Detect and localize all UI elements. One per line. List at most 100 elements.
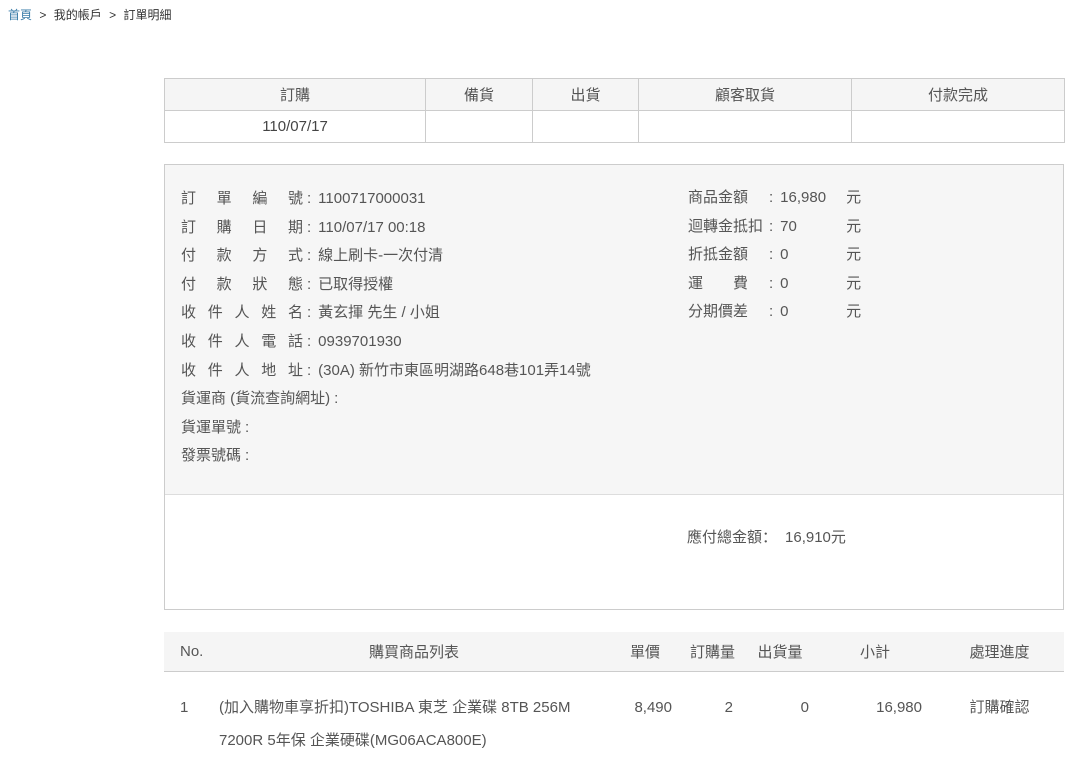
product-process-status: 訂購確認	[935, 671, 1064, 758]
payable-total-label: 應付總金額：	[687, 529, 777, 546]
product-table-row: 1 (加入購物車享折扣)TOSHIBA 東芝 企業碟 8TB 256M 7200…	[164, 671, 1064, 758]
info-row-order-number: 訂單編號:1100717000031	[181, 185, 1047, 214]
column-header-no: No.	[164, 632, 218, 672]
field-label: 收件人姓名	[181, 299, 303, 328]
product-name: (加入購物車享折扣)TOSHIBA 東芝 企業碟 8TB 256M 7200R …	[218, 671, 610, 758]
field-colon: :	[769, 189, 773, 206]
info-row-payment-status: 付款狀態: 已取得授權	[181, 271, 1047, 300]
product-list-table: No. 購買商品列表 單價 訂購量 出貨量 小計 處理進度 1 (加入購物車享折…	[164, 632, 1064, 758]
field-colon: :	[307, 247, 311, 264]
rebate-deduction-value: 70	[780, 213, 846, 242]
field-label: 貨運商 (貨流查詢網址)	[181, 385, 330, 414]
recipient-phone-value: 0939701930	[318, 333, 401, 350]
amount-row-shipping-fee: 運 費:0元	[688, 270, 861, 299]
amount-label: 商品金額	[688, 184, 765, 213]
status-preparing-date	[426, 111, 533, 143]
info-row-tracking-number: 貨運單號:	[181, 414, 1047, 443]
breadcrumb-separator: >	[109, 8, 116, 22]
product-order-qty: 2	[680, 671, 745, 758]
field-label: 付款狀態	[181, 271, 303, 300]
currency-unit: 元	[846, 246, 861, 263]
column-header-unit-price: 單價	[610, 632, 680, 672]
field-label: 收件人地址	[181, 357, 303, 386]
field-colon: :	[245, 419, 249, 436]
info-row-invoice-number: 發票號碼:	[181, 442, 1047, 471]
status-header-row: 訂購 備貨 出貨 顧客取貨 付款完成	[165, 79, 1065, 111]
amount-label: 分期價差	[688, 298, 765, 327]
info-row-payment-method: 付款方式: 線上刷卡-一次付清	[181, 242, 1047, 271]
field-colon: :	[307, 362, 311, 379]
field-colon: :	[769, 218, 773, 235]
status-header-pickup: 顧客取貨	[639, 79, 852, 111]
currency-unit: 元	[846, 189, 861, 206]
field-colon: :	[307, 190, 311, 207]
field-label: 訂單編號	[181, 185, 303, 214]
recipient-name-value: 黃玄揮 先生 / 小姐	[318, 304, 440, 321]
column-header-order-qty: 訂購量	[680, 632, 745, 672]
breadcrumb-home-link[interactable]: 首頁	[8, 8, 32, 22]
amount-row-product-total: 商品金額:16,980元	[688, 184, 861, 213]
status-header-preparing: 備貨	[426, 79, 533, 111]
column-header-subtotal: 小計	[815, 632, 935, 672]
payment-status-value: 已取得授權	[318, 276, 393, 293]
status-paid-date	[852, 111, 1065, 143]
recipient-address-value: (30A) 新竹市東區明湖路648巷101弄14號	[318, 362, 591, 379]
shipping-fee-value: 0	[780, 270, 846, 299]
installment-diff-value: 0	[780, 298, 846, 327]
discount-value: 0	[780, 241, 846, 270]
amount-label: 運 費	[688, 270, 765, 299]
field-label: 貨運單號	[181, 414, 241, 443]
amount-label: 迴轉金抵扣	[688, 213, 765, 242]
info-row-carrier: 貨運商 (貨流查詢網址):	[181, 385, 1047, 414]
status-ordered-date: 110/07/17	[165, 111, 426, 143]
product-unit-price: 8,490	[610, 671, 680, 758]
breadcrumb-separator: >	[39, 8, 46, 22]
field-label: 訂購日期	[181, 214, 303, 243]
order-info-left-column: 訂單編號:1100717000031 訂購日期:110/07/17 00:18 …	[181, 185, 1047, 471]
product-ship-qty: 0	[745, 671, 815, 758]
status-header-ordered: 訂購	[165, 79, 426, 111]
field-colon: :	[307, 219, 311, 236]
field-colon: :	[307, 304, 311, 321]
breadcrumb-current: 訂單明細	[123, 8, 171, 22]
column-header-product-list: 購買商品列表	[218, 632, 610, 672]
field-colon: :	[334, 390, 338, 407]
order-number-value: 1100717000031	[318, 190, 425, 207]
status-header-shipped: 出貨	[533, 79, 639, 111]
payable-total-section: 應付總金額： 16,910元	[165, 495, 1063, 609]
info-row-order-date: 訂購日期:110/07/17 00:18	[181, 214, 1047, 243]
status-shipped-date	[533, 111, 639, 143]
field-colon: :	[769, 275, 773, 292]
breadcrumb-account: 我的帳戶	[54, 8, 102, 22]
product-amount-value: 16,980	[780, 184, 846, 213]
product-subtotal: 16,980	[815, 671, 935, 758]
field-label: 付款方式	[181, 242, 303, 271]
amount-row-discount: 折抵金額:0元	[688, 241, 861, 270]
amount-row-installment-diff: 分期價差:0元	[688, 298, 861, 327]
payable-total-value: 16,910元	[785, 529, 846, 546]
currency-unit: 元	[846, 303, 861, 320]
field-colon: :	[769, 246, 773, 263]
breadcrumb: 首頁 > 我的帳戶 > 訂單明細	[8, 6, 171, 23]
order-info-box: 訂單編號:1100717000031 訂購日期:110/07/17 00:18 …	[164, 164, 1064, 610]
info-row-recipient-address: 收件人地址: (30A) 新竹市東區明湖路648巷101弄14號	[181, 357, 1047, 386]
status-pickup-date	[639, 111, 852, 143]
payment-method-value: 線上刷卡-一次付清	[318, 247, 443, 264]
field-colon: :	[307, 276, 311, 293]
status-value-row: 110/07/17	[165, 111, 1065, 143]
order-amounts-column: 商品金額:16,980元 迴轉金抵扣:70元 折抵金額:0元 運 費:0元 分期…	[688, 184, 861, 327]
currency-unit: 元	[846, 275, 861, 292]
field-colon: :	[307, 333, 311, 350]
order-detail-content: 訂購 備貨 出貨 顧客取貨 付款完成 110/07/17 訂單編號:110071…	[164, 78, 1064, 758]
product-row-number: 1	[164, 671, 218, 758]
currency-unit: 元	[846, 218, 861, 235]
field-colon: :	[245, 447, 249, 464]
info-row-recipient-phone: 收件人電話:0939701930	[181, 328, 1047, 357]
status-header-paid: 付款完成	[852, 79, 1065, 111]
product-table-header-row: No. 購買商品列表 單價 訂購量 出貨量 小計 處理進度	[164, 632, 1064, 672]
field-colon: :	[769, 303, 773, 320]
amount-label: 折抵金額	[688, 241, 765, 270]
order-info-main: 訂單編號:1100717000031 訂購日期:110/07/17 00:18 …	[165, 165, 1063, 495]
field-label: 發票號碼	[181, 442, 241, 471]
info-row-recipient-name: 收件人姓名: 黃玄揮 先生 / 小姐	[181, 299, 1047, 328]
